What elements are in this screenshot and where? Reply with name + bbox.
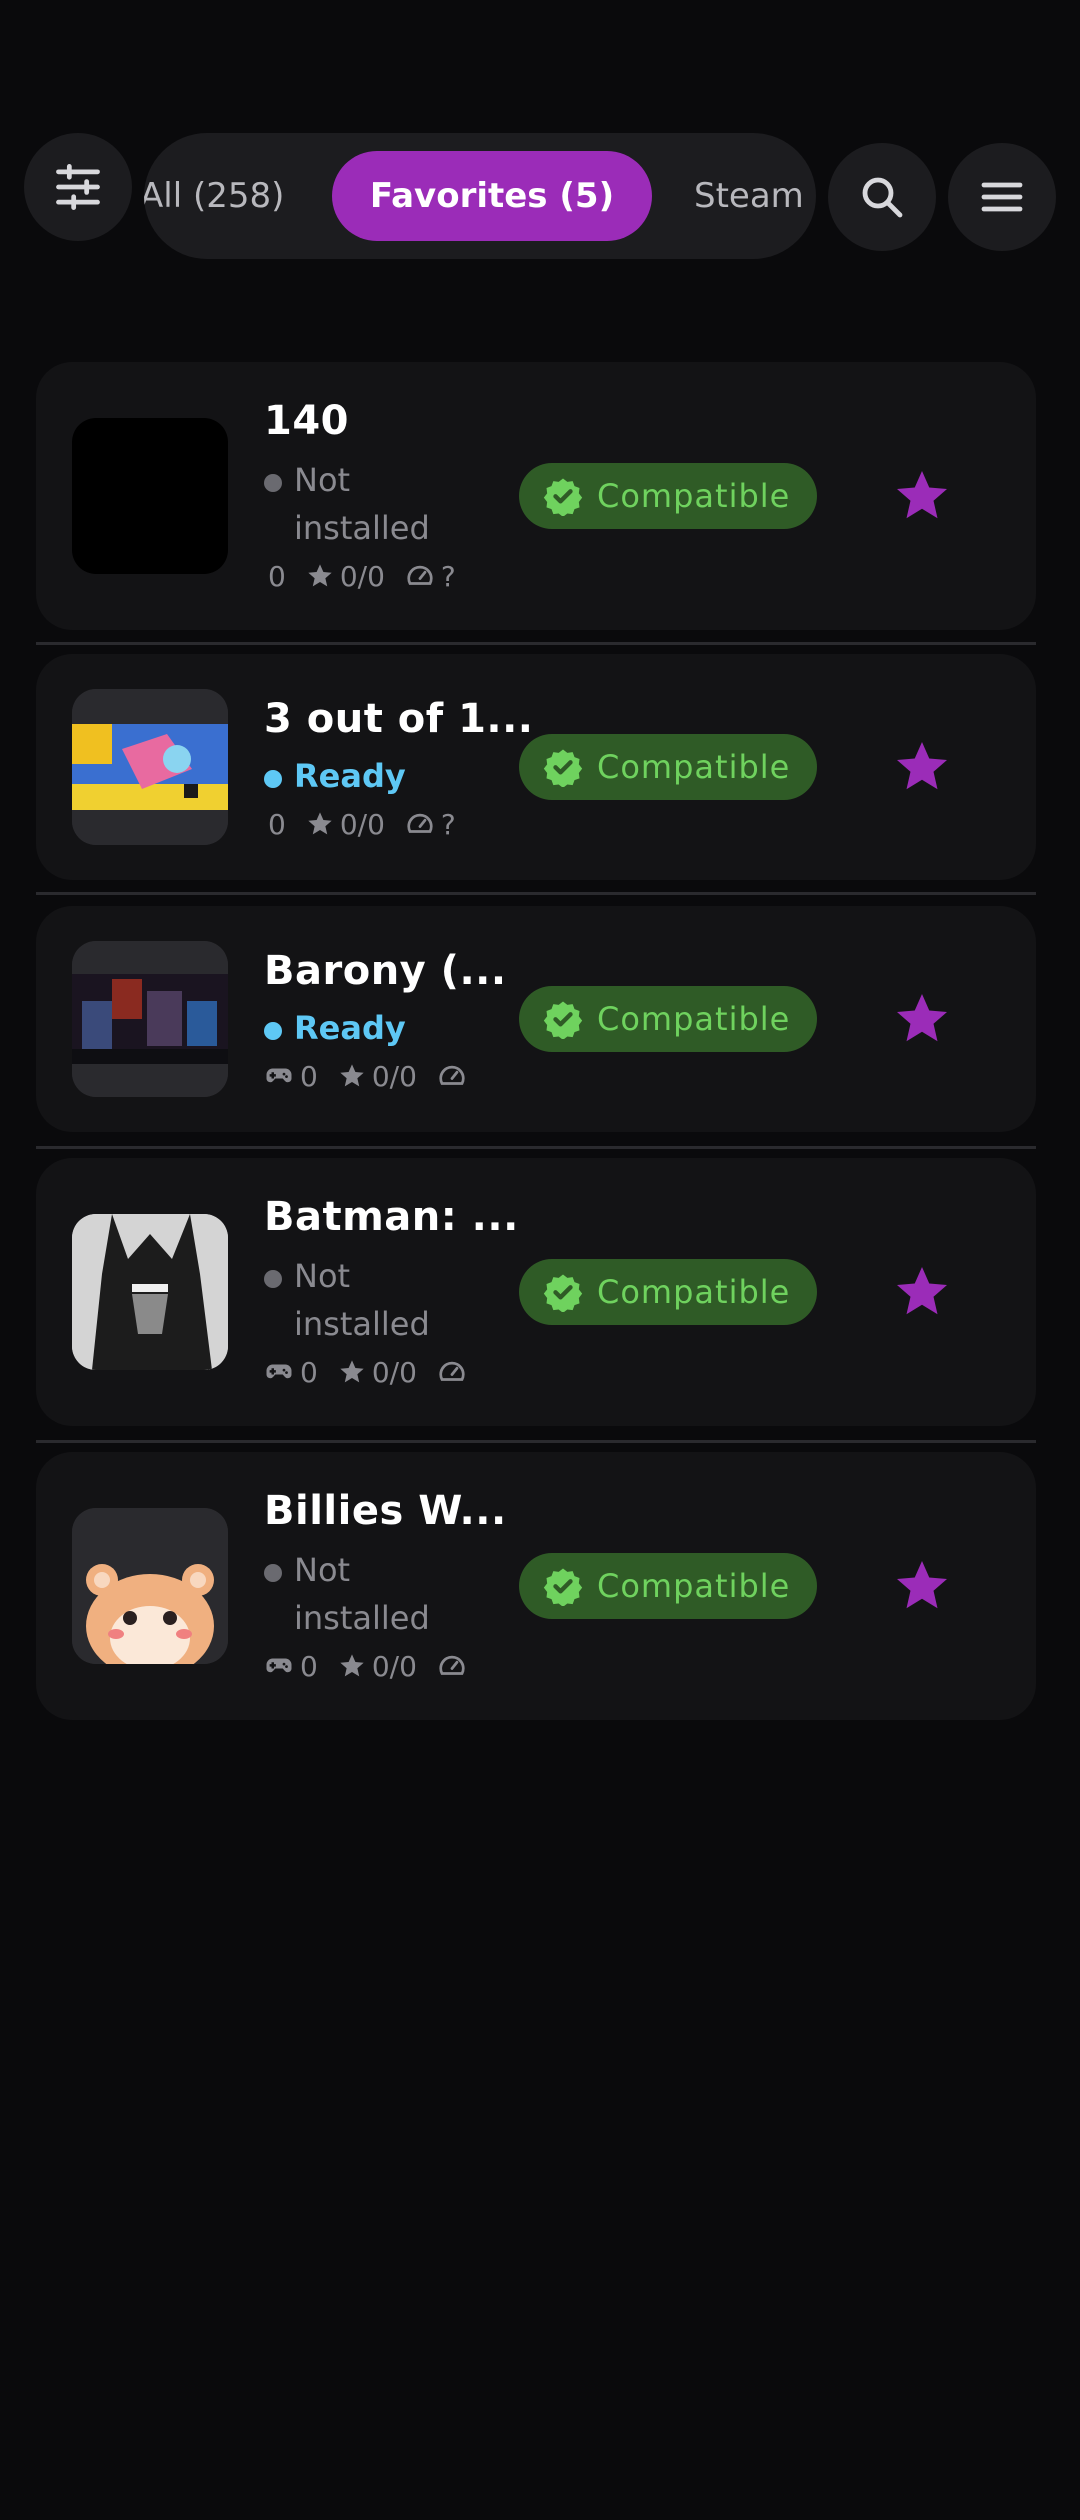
game-thumbnail xyxy=(72,1508,228,1664)
install-status: Ready xyxy=(264,1004,464,1052)
favorite-star-icon[interactable] xyxy=(892,1262,952,1322)
game-thumbnail xyxy=(72,941,228,1097)
performance-value: ? xyxy=(440,807,456,841)
compatibility-badge: Compatible xyxy=(519,986,817,1052)
verified-check-icon xyxy=(543,478,583,516)
gamepad-icon xyxy=(266,1658,292,1673)
rating-value: 0/0 xyxy=(339,807,385,841)
star-icon xyxy=(340,1064,364,1087)
verified-check-icon xyxy=(543,1001,583,1039)
star-icon xyxy=(308,812,332,835)
filter-button[interactable] xyxy=(24,133,132,241)
status-label: Ready xyxy=(294,1009,406,1047)
game-title: Billies W... xyxy=(264,1488,507,1534)
game-title: 3 out of 1... xyxy=(264,696,534,742)
install-status: Ready xyxy=(264,752,464,800)
game-cover-art xyxy=(72,1214,228,1370)
divider xyxy=(36,892,1036,895)
speedometer-icon xyxy=(439,1065,465,1085)
controller-count: 0 xyxy=(268,807,286,841)
compatibility-badge: Compatible xyxy=(519,1259,817,1325)
tab-steam[interactable]: Steam xyxy=(694,151,804,241)
menu-button[interactable] xyxy=(948,143,1056,251)
compatibility-badge: Compatible xyxy=(519,1553,817,1619)
compatibility-label: Compatible xyxy=(597,477,791,515)
sliders-icon xyxy=(56,164,100,210)
status-dot xyxy=(264,1270,282,1288)
game-title: Barony (... xyxy=(264,948,507,994)
gamepad-icon xyxy=(266,1068,292,1083)
game-thumbnail xyxy=(72,689,228,845)
status-label: Not installed xyxy=(294,1551,430,1637)
game-meta: 0 0/0 ? xyxy=(268,558,476,594)
gamepad-icon xyxy=(266,1364,292,1379)
favorite-star-icon[interactable] xyxy=(892,737,952,797)
divider xyxy=(36,1440,1036,1443)
list-item[interactable]: Barony (... Ready 0 0/0 Compatible xyxy=(36,906,1036,1132)
favorite-star-icon[interactable] xyxy=(892,466,952,526)
list-item[interactable]: Batman: ... Not installed 0 0/0 Compatib… xyxy=(36,1158,1036,1426)
compatibility-label: Compatible xyxy=(597,1567,791,1605)
favorite-star-icon[interactable] xyxy=(892,989,952,1049)
speedometer-icon xyxy=(439,1361,465,1381)
game-meta: 0 0/0 xyxy=(264,1058,493,1094)
controller-count: 0 xyxy=(300,1649,318,1683)
divider xyxy=(36,1146,1036,1149)
compatibility-label: Compatible xyxy=(597,1273,791,1311)
list-item[interactable]: 3 out of 1... Ready 0 0/0 ? Compatible xyxy=(36,654,1036,880)
game-cover-art xyxy=(72,1508,228,1664)
verified-check-icon xyxy=(543,1274,583,1312)
rating-value: 0/0 xyxy=(339,559,385,593)
compatibility-label: Compatible xyxy=(597,748,791,786)
status-dot xyxy=(264,474,282,492)
status-dot xyxy=(264,1564,282,1582)
game-meta: 0 0/0 xyxy=(264,1648,493,1684)
controller-count: 0 xyxy=(268,559,286,593)
controller-count: 0 xyxy=(300,1059,318,1093)
performance-value: ? xyxy=(440,559,456,593)
hamburger-menu-icon xyxy=(981,182,1023,212)
status-label: Not installed xyxy=(294,1257,430,1343)
tab-favorites[interactable]: Favorites (5) xyxy=(332,151,652,241)
compatibility-label: Compatible xyxy=(597,1000,791,1038)
star-icon xyxy=(340,1360,364,1383)
status-dot xyxy=(264,1022,282,1040)
top-bar: All (258) Favorites (5) Steam xyxy=(0,0,1080,300)
game-title: Batman: ... xyxy=(264,1194,519,1240)
favorite-star-icon[interactable] xyxy=(892,1556,952,1616)
star-icon xyxy=(308,564,332,587)
install-status: Not installed xyxy=(264,1546,464,1642)
status-label: Not installed xyxy=(294,461,430,547)
install-status: Not installed xyxy=(264,1252,464,1348)
rating-value: 0/0 xyxy=(371,1355,417,1389)
speedometer-icon xyxy=(407,813,433,833)
game-thumbnail xyxy=(72,1214,228,1370)
compatibility-badge: Compatible xyxy=(519,734,817,800)
tab-strip: All (258) Favorites (5) Steam xyxy=(144,133,816,259)
search-button[interactable] xyxy=(828,143,936,251)
game-meta: 0 0/0 xyxy=(264,1354,493,1390)
speedometer-icon xyxy=(439,1655,465,1675)
game-cover-art xyxy=(72,941,228,1097)
tab-all[interactable]: All (258) xyxy=(144,151,284,241)
install-status: Not installed xyxy=(264,456,464,552)
verified-check-icon xyxy=(543,1568,583,1606)
verified-check-icon xyxy=(543,749,583,787)
speedometer-icon xyxy=(407,565,433,585)
compatibility-badge: Compatible xyxy=(519,463,817,529)
rating-value: 0/0 xyxy=(371,1649,417,1683)
star-icon xyxy=(340,1654,364,1677)
game-meta: 0 0/0 ? xyxy=(268,806,476,842)
rating-value: 0/0 xyxy=(371,1059,417,1093)
status-label: Ready xyxy=(294,757,406,795)
list-item[interactable]: Billies W... Not installed 0 0/0 Compati… xyxy=(36,1452,1036,1720)
list-item[interactable]: 140 Not installed 0 0/0 ? Compatible xyxy=(36,362,1036,630)
game-title: 140 xyxy=(264,398,349,444)
game-cover-art xyxy=(72,689,228,845)
controller-count: 0 xyxy=(300,1355,318,1389)
status-dot xyxy=(264,770,282,788)
game-thumbnail xyxy=(72,418,228,574)
search-icon xyxy=(862,177,903,218)
divider xyxy=(36,642,1036,645)
